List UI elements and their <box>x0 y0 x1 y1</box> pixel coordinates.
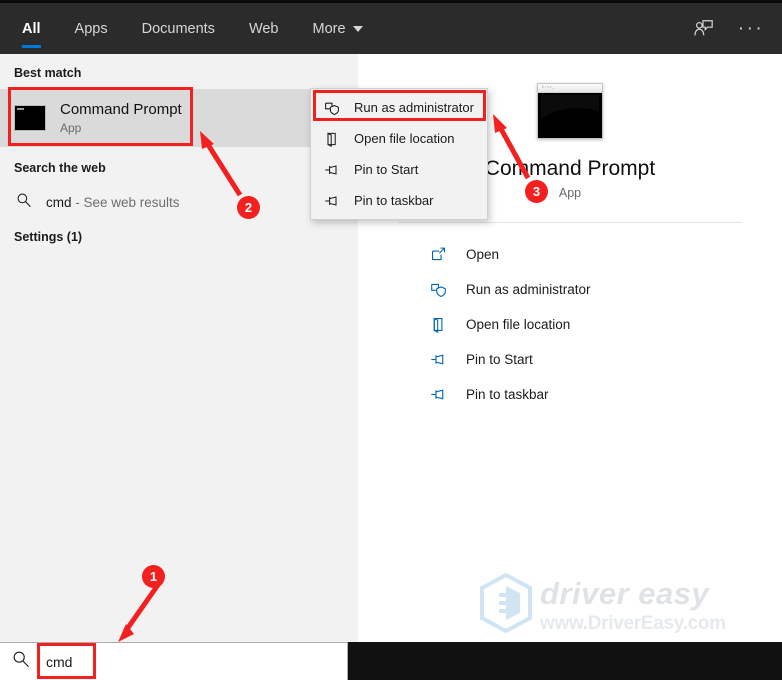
preview-app-title: Command Prompt <box>485 157 655 181</box>
pin-to-start-menu-item[interactable]: Pin to Start <box>311 154 487 185</box>
tab-documents[interactable]: Documents <box>142 3 215 54</box>
tab-web[interactable]: Web <box>249 3 279 54</box>
open-file-location-menu-item[interactable]: Open file location <box>311 123 487 154</box>
tab-web-label: Web <box>249 21 279 37</box>
action-pin-to-start-label: Pin to Start <box>466 352 533 367</box>
tab-more-label: More <box>313 21 346 37</box>
search-input-value: cmd <box>46 654 72 670</box>
action-pin-to-taskbar-label: Pin to taskbar <box>466 387 549 402</box>
more-options-icon[interactable]: ··· <box>738 16 764 42</box>
best-match-subtitle: App <box>60 121 182 135</box>
annotation-badge-2: 2 <box>237 196 260 219</box>
action-open-file-location[interactable]: Open file location <box>430 307 782 342</box>
run-as-administrator-label: Run as administrator <box>354 100 474 115</box>
icon-console-body <box>541 95 599 135</box>
pin-icon <box>430 386 452 403</box>
action-open-label: Open <box>466 247 499 262</box>
pin-to-start-label: Pin to Start <box>354 162 418 177</box>
command-prompt-icon <box>14 105 46 131</box>
web-result-item[interactable]: cmd - See web results <box>0 184 358 220</box>
annotation-badge-3: 3 <box>525 180 548 203</box>
search-web-heading: Search the web <box>0 147 358 184</box>
pin-to-taskbar-menu-item[interactable]: Pin to taskbar <box>311 185 487 216</box>
icon-console-text: C:\>_ <box>542 86 554 91</box>
overflow-dots: ··· <box>738 19 764 38</box>
open-window-icon <box>430 246 452 263</box>
tab-apps[interactable]: Apps <box>75 3 108 54</box>
pin-icon <box>430 351 452 368</box>
web-result-text: cmd - See web results <box>46 195 180 210</box>
tab-all[interactable]: All <box>22 3 41 54</box>
action-open-file-location-label: Open file location <box>466 317 570 332</box>
search-header: All Apps Documents Web More <box>0 0 782 54</box>
shield-admin-icon <box>430 281 452 298</box>
action-pin-to-start[interactable]: Pin to Start <box>430 342 782 377</box>
folder-location-icon <box>430 316 452 333</box>
pin-to-taskbar-label: Pin to taskbar <box>354 193 434 208</box>
preview-divider <box>398 222 742 223</box>
context-menu: Run as administrator Open file location … <box>310 88 488 220</box>
tab-documents-label: Documents <box>142 21 215 37</box>
search-icon <box>12 650 30 673</box>
settings-heading: Settings (1) <box>0 220 358 253</box>
run-as-administrator-menu-item[interactable]: Run as administrator <box>311 92 487 123</box>
search-results-panel: Best match Command Prompt App Search the… <box>0 54 358 642</box>
best-match-heading: Best match <box>0 54 358 89</box>
action-run-as-administrator[interactable]: Run as administrator <box>430 272 782 307</box>
start-menu-search-screen: All Apps Documents Web More <box>0 0 782 680</box>
action-open[interactable]: Open <box>430 237 782 272</box>
pin-icon <box>324 162 344 178</box>
header-actions: ··· <box>690 16 782 42</box>
web-result-query: cmd <box>46 195 72 210</box>
chevron-down-icon <box>353 26 363 32</box>
folder-location-icon <box>324 131 344 147</box>
action-run-as-administrator-label: Run as administrator <box>466 282 591 297</box>
search-filter-tabs: All Apps Documents Web More <box>0 3 397 54</box>
search-input[interactable]: cmd <box>0 642 348 680</box>
best-match-result[interactable]: Command Prompt App <box>0 89 358 147</box>
annotation-badge-1: 1 <box>142 565 165 588</box>
search-icon <box>16 192 32 213</box>
open-file-location-label: Open file location <box>354 131 454 146</box>
taskbar <box>348 642 782 680</box>
tab-more[interactable]: More <box>313 3 363 54</box>
action-pin-to-taskbar[interactable]: Pin to taskbar <box>430 377 782 412</box>
command-prompt-icon-large: C:\>_ <box>537 83 603 139</box>
tab-apps-label: Apps <box>75 21 108 37</box>
tab-all-label: All <box>22 21 41 37</box>
shield-admin-icon <box>324 100 344 116</box>
preview-app-type: App <box>559 186 581 200</box>
best-match-title: Command Prompt <box>60 101 182 120</box>
best-match-text: Command Prompt App <box>60 101 182 136</box>
pin-icon <box>324 193 344 209</box>
person-feedback-icon[interactable] <box>690 16 716 42</box>
app-actions-list: Open Run as administrator <box>358 237 782 412</box>
web-result-suffix: - See web results <box>72 195 180 210</box>
